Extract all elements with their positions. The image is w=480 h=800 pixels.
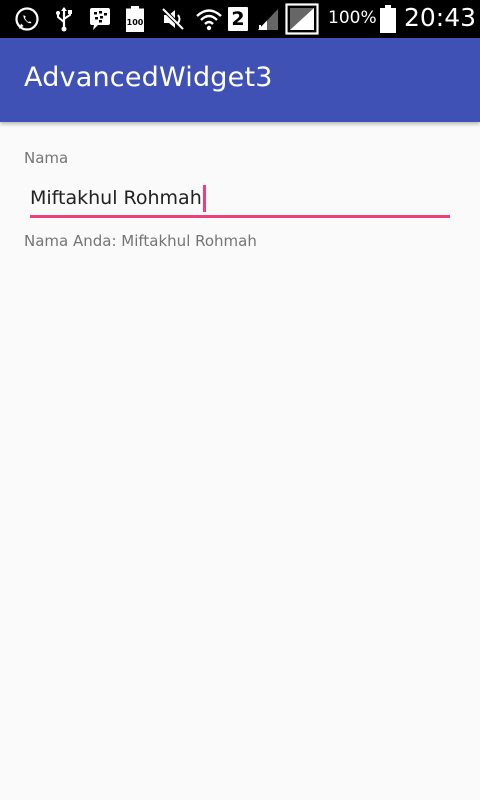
whatsapp-icon	[13, 5, 41, 33]
input-underline	[30, 215, 450, 218]
battery-percent: 100%	[328, 8, 377, 28]
status-bar: 100 2 100% 20:43	[0, 0, 480, 38]
app-bar: AdvancedWidget3	[0, 38, 480, 122]
wifi-icon	[195, 5, 223, 33]
mute-icon	[160, 5, 186, 33]
battery-icon	[379, 5, 397, 33]
bbm-icon	[86, 5, 114, 33]
name-input[interactable]: Miftakhul Rohmah	[30, 184, 450, 219]
battery-100-icon: 100	[124, 5, 146, 33]
sim-2-icon: 2	[228, 5, 248, 33]
text-cursor	[203, 185, 206, 212]
clock: 20:43	[404, 3, 477, 32]
signal-icon	[256, 5, 280, 33]
svg-text:100: 100	[127, 18, 144, 27]
usb-icon	[53, 5, 75, 33]
name-input-value[interactable]: Miftakhul Rohmah	[30, 187, 202, 209]
app-title: AdvancedWidget3	[24, 62, 273, 93]
name-result-text: Nama Anda: Miftakhul Rohmah	[24, 232, 257, 250]
screenshot-icon	[284, 3, 320, 35]
name-label: Nama	[24, 149, 69, 167]
